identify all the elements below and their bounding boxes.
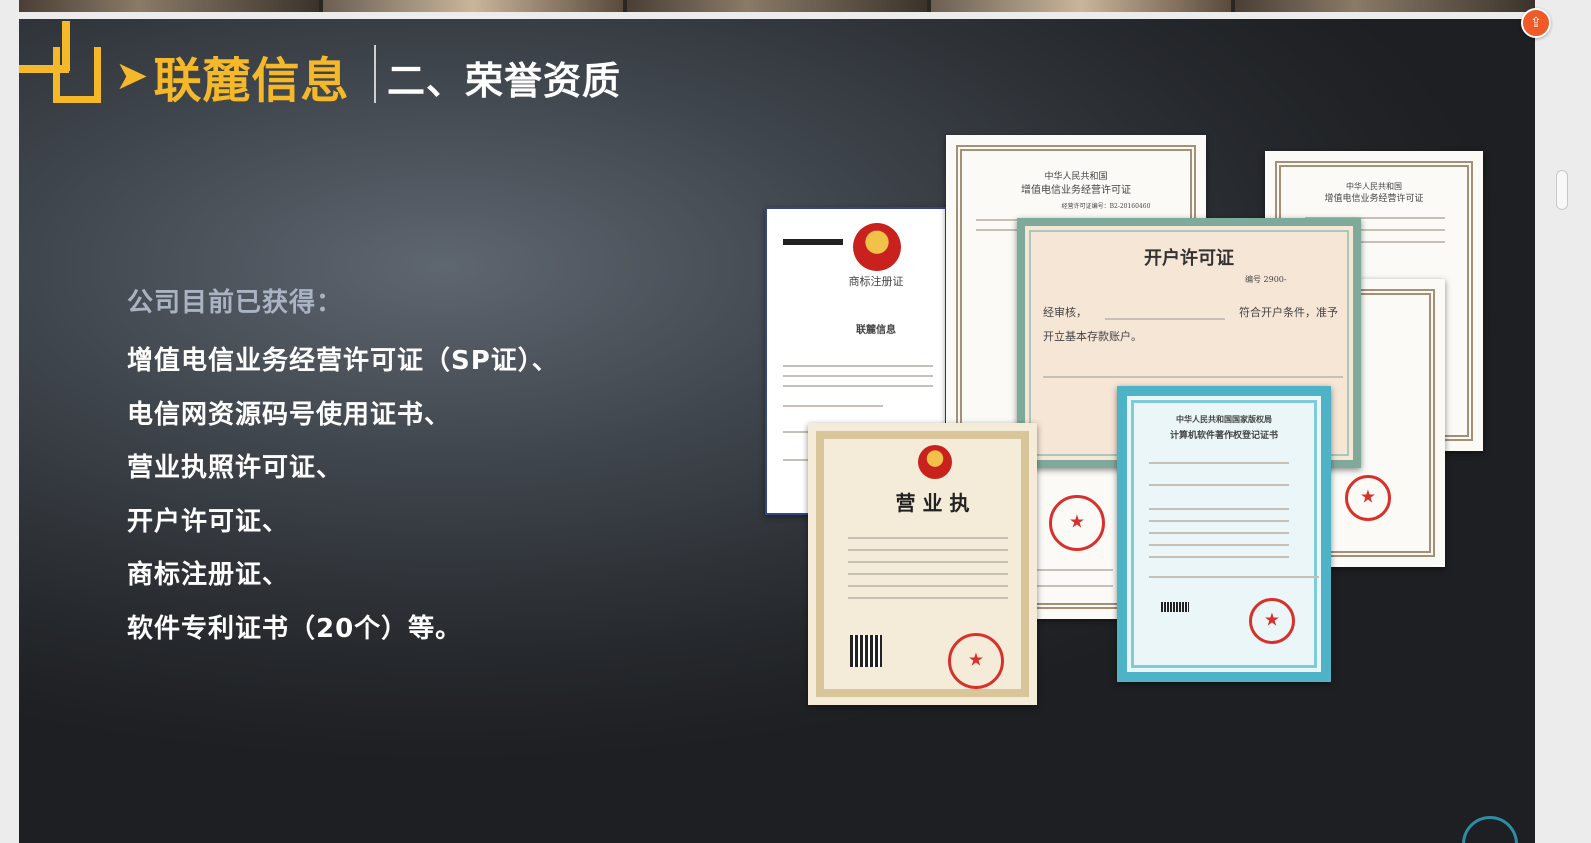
open-account-line2: 开立基本存款账户。 (1043, 330, 1142, 343)
list-item: 电信网资源码号使用证书、 (127, 399, 452, 430)
brand-title: ➤ 联麓信息 (115, 45, 350, 109)
arrow-icon: ➤ (115, 53, 150, 99)
open-account-line1: 经审核， (1043, 306, 1087, 319)
brand-name: 联麓信息 (153, 53, 350, 109)
slide-gap (19, 12, 1535, 19)
list-item: 软件专利证书（20个）等。 (127, 613, 463, 644)
open-account-line1b: 符合开户条件，准予 (1239, 306, 1338, 319)
qualification-list: 公司目前已获得： 增值电信业务经营许可证（SP证）、 电信网资源码号使用证书、 … (127, 281, 559, 656)
telecom-b-title-2: 增值电信业务经营许可证 (1324, 194, 1424, 204)
red-seal-icon (1049, 495, 1105, 551)
trademark-title: 商标注册证 (848, 275, 904, 288)
telecom-number: 经营许可证编号：B2-20160460 (1061, 203, 1151, 210)
telecom-title-2: 增值电信业务经营许可证 (1021, 185, 1131, 196)
red-seal-icon (1345, 475, 1391, 521)
software-copyright-certificate-image: 中华人民共和国国家版权局 计算机软件著作权登记证书 (1117, 386, 1331, 682)
business-title: 营 业 执 (895, 491, 970, 515)
list-item: 增值电信业务经营许可证（SP证）、 (127, 346, 559, 376)
software-title-1: 中华人民共和国国家版权局 (1176, 414, 1272, 424)
list-item: 商标注册证、 (127, 560, 290, 590)
open-account-title: 开户许可证 (1144, 248, 1234, 269)
slide: ➤ 联麓信息 二、荣誉资质 公司目前已获得： 增值电信业务经营许可证（SP证）、… (19, 19, 1535, 843)
red-seal-icon (1249, 598, 1295, 644)
qr-code-icon (850, 635, 882, 667)
presentation-viewer: ➤ 联麓信息 二、荣誉资质 公司目前已获得： 增值电信业务经营许可证（SP证）、… (0, 0, 1591, 843)
list-item: 营业执照许可证、 (127, 453, 344, 483)
software-title-2: 计算机软件著作权登记证书 (1169, 431, 1278, 441)
red-seal-icon (948, 633, 1004, 689)
business-license-image: 营 业 执 (808, 423, 1037, 705)
share-icon[interactable]: ⇪ (1521, 8, 1551, 38)
section-title: 二、荣誉资质 (387, 58, 622, 103)
title-separator (374, 45, 376, 103)
intro-text: 公司目前已获得： (127, 288, 344, 318)
open-account-number: 编号 2900- (1245, 275, 1287, 284)
barcode-icon (1161, 602, 1189, 612)
logo-mark-icon (19, 19, 101, 105)
list-item: 开户许可证、 (127, 506, 290, 537)
previous-slide-strip[interactable] (19, 0, 1535, 12)
national-emblem-icon (853, 223, 901, 271)
scrollbar-thumb[interactable] (1556, 170, 1568, 210)
national-emblem-icon (918, 445, 952, 479)
trademark-brand: 联麓信息 (856, 325, 896, 336)
